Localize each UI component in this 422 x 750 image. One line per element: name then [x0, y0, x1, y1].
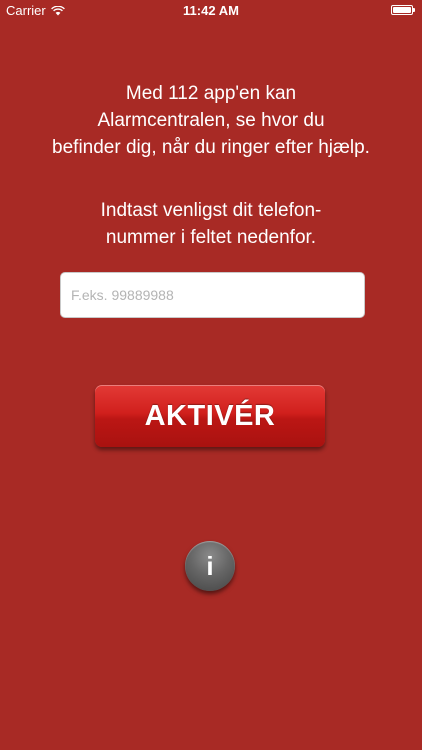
instruction-line: Indtast venligst dit telefon- [100, 200, 322, 221]
intro-line: befinder dig, når du ringer efter hjælp. [52, 137, 370, 158]
instruction-line: nummer i feltet nedenfor. [105, 227, 317, 248]
clock: 11:42 AM [183, 3, 239, 18]
status-bar: Carrier 11:42 AM [0, 0, 422, 22]
info-icon: i [206, 551, 214, 581]
instruction-text: Indtast venligst dit telefon- nummer i f… [20, 197, 402, 251]
battery-icon [391, 5, 415, 15]
intro-line: Med 112 app'en kan [125, 83, 297, 104]
intro-text: Med 112 app'en kan Alarmcentralen, se hv… [20, 80, 402, 161]
intro-line: Alarmcentralen, se hvor du [97, 110, 325, 131]
activate-button[interactable]: AKTIVÉR [95, 385, 325, 447]
info-button[interactable]: i [185, 541, 235, 591]
battery-fill [393, 7, 411, 13]
phone-number-input[interactable] [60, 272, 365, 318]
